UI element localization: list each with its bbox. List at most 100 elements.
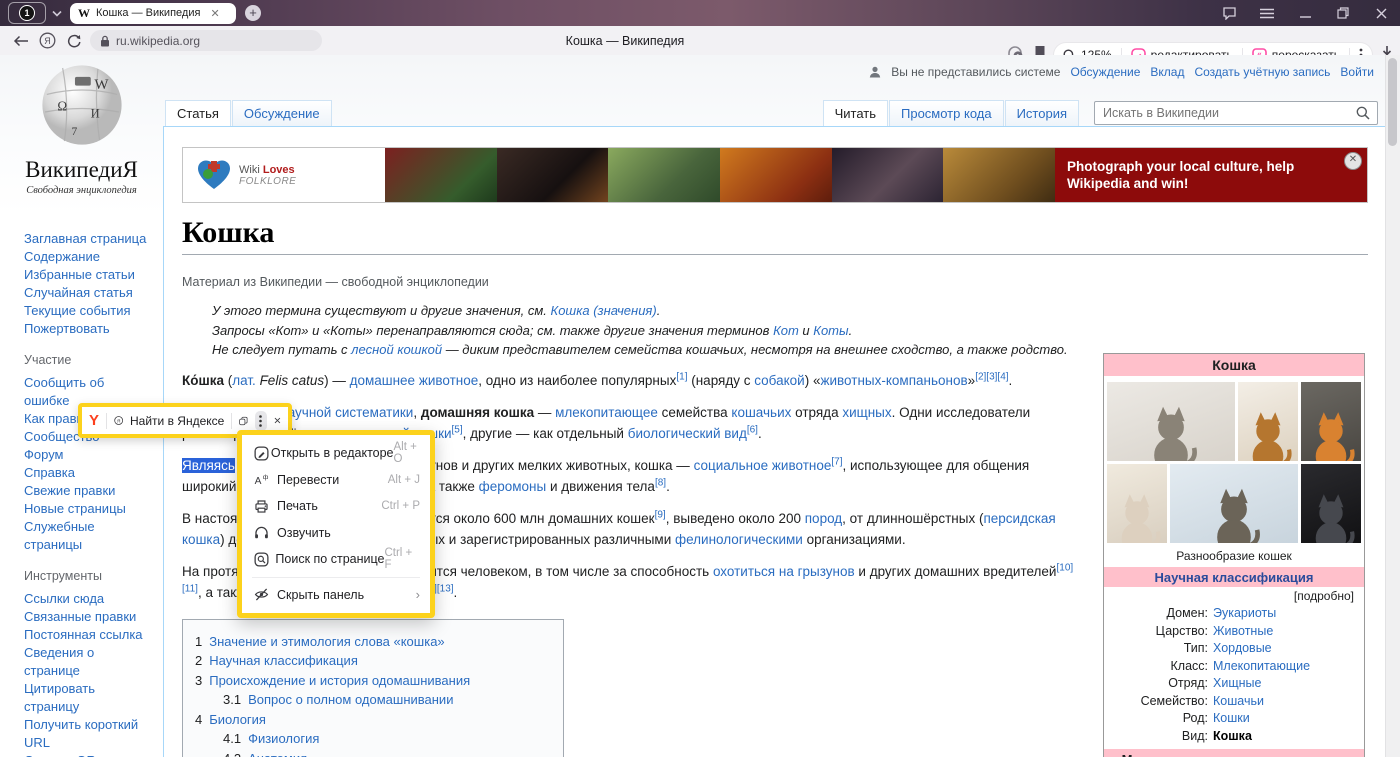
classification-header-link[interactable]: Научная классификация <box>1104 567 1364 587</box>
minimize-button[interactable] <box>1286 0 1324 26</box>
sidebar-link[interactable]: Форум <box>24 446 149 464</box>
popup-more-icon[interactable] <box>255 411 267 431</box>
reference-link[interactable]: [9] <box>655 509 666 520</box>
article-link[interactable]: млекопитающее <box>555 405 658 420</box>
sidebar-link[interactable]: Цитировать страницу <box>24 680 149 716</box>
personal-link[interactable]: Обсуждение <box>1070 65 1140 79</box>
cat-photo[interactable] <box>1107 464 1167 543</box>
wiki-tab[interactable]: Просмотр кода <box>889 100 1004 126</box>
tab-group-button[interactable]: 1 <box>8 2 46 24</box>
reference-link[interactable]: [7] <box>831 456 842 467</box>
sidebar-link[interactable]: Служебные страницы <box>24 518 149 554</box>
personal-link[interactable]: Создать учётную запись <box>1194 65 1330 79</box>
close-window-button[interactable] <box>1362 0 1400 26</box>
reference-link[interactable]: [5] <box>452 424 463 435</box>
scrollbar-thumb[interactable] <box>1388 58 1397 146</box>
toc-link[interactable]: Анатомия <box>248 749 307 757</box>
article-link[interactable]: собакой <box>754 373 804 388</box>
sidebar-link[interactable]: Заглавная страница <box>24 230 149 248</box>
reference-link[interactable]: [6] <box>747 424 758 435</box>
yandex-logo-icon[interactable]: Y <box>89 412 99 429</box>
sidebar-link[interactable]: Постоянная ссылка <box>24 626 149 644</box>
sidebar-link[interactable]: Избранные статьи <box>24 266 149 284</box>
context-menu-item[interactable]: Поиск по страницеCtrl + F <box>242 546 430 573</box>
wiki-search-box[interactable] <box>1094 101 1378 125</box>
article-link[interactable]: социальное животное <box>694 458 832 473</box>
wiki-tab[interactable]: История <box>1005 100 1079 126</box>
sidebar-link[interactable]: Свежие правки <box>24 482 149 500</box>
sidebar-link[interactable]: Случайная статья <box>24 284 149 302</box>
article-link[interactable]: фелинологическими <box>675 532 803 547</box>
context-menu-item[interactable]: Открыть в редактореAlt + O <box>242 440 430 467</box>
taxonomy-value[interactable]: Хордовые <box>1213 640 1272 658</box>
address-bar[interactable]: ru.wikipedia.org <box>90 30 322 51</box>
page-scrollbar[interactable] <box>1385 55 1400 757</box>
article-link[interactable]: Кот <box>773 323 799 338</box>
personal-link[interactable]: Войти <box>1340 65 1374 79</box>
context-menu-item[interactable]: Скрыть панель› <box>242 582 430 609</box>
article-link[interactable]: кошачьих <box>731 405 791 420</box>
taxonomy-value[interactable]: Млекопитающие <box>1213 658 1310 676</box>
cat-photo[interactable] <box>1238 382 1298 461</box>
context-menu-item[interactable]: АфПеревестиAlt + J <box>242 467 430 494</box>
article-link[interactable]: пород <box>805 511 842 526</box>
sidebar-link[interactable]: Связанные правки <box>24 608 149 626</box>
toc-entry[interactable]: 4.2Анатомия <box>195 749 551 757</box>
personal-link[interactable]: Вклад <box>1150 65 1184 79</box>
sidebar-link[interactable]: Скачать QR-код <box>24 752 149 757</box>
find-in-yandex-button[interactable]: Найти в Яндексе <box>130 414 224 428</box>
new-tab-button[interactable]: + <box>245 5 261 21</box>
sidebar-link[interactable]: Ссылки сюда <box>24 590 149 608</box>
toc-link[interactable]: Биология <box>209 710 266 730</box>
reference-link[interactable]: [1] <box>676 371 687 382</box>
sidebar-link[interactable]: Сведения о странице <box>24 644 149 680</box>
toc-entry[interactable]: 3Происхождение и история одомашнивания <box>195 671 551 691</box>
toc-link[interactable]: Физиология <box>248 729 319 749</box>
search-input[interactable] <box>1095 106 1356 120</box>
menu-hamburger-icon[interactable] <box>1248 0 1286 26</box>
toc-entry[interactable]: 4.1Физиология <box>195 729 551 749</box>
cat-photo[interactable] <box>1107 382 1235 461</box>
tab-list-chevron-icon[interactable] <box>52 4 62 22</box>
toc-link[interactable]: Вопрос о полном одомашнивании <box>248 690 453 710</box>
taxonomy-value[interactable]: Хищные <box>1213 675 1261 693</box>
search-icon[interactable] <box>1356 106 1370 120</box>
article-link[interactable]: Кошка (значения) <box>551 303 657 318</box>
toc-link[interactable]: Научная классификация <box>209 651 358 671</box>
reference-link[interactable]: [8] <box>655 477 666 488</box>
taxonomy-value[interactable]: Эукариоты <box>1213 605 1276 623</box>
cat-photo[interactable] <box>1170 464 1298 543</box>
alice-chat-icon[interactable] <box>1210 0 1248 26</box>
sidebar-link[interactable]: Пожертвовать <box>24 320 149 338</box>
article-link[interactable]: лесной кошкой <box>351 342 442 357</box>
sidebar-link[interactable]: Текущие события <box>24 302 149 320</box>
toc-link[interactable]: Происхождение и история одомашнивания <box>209 671 470 691</box>
context-menu-item[interactable]: Озвучить <box>242 520 430 547</box>
article-link[interactable]: феромоны <box>479 479 547 494</box>
toc-entry[interactable]: 3.1Вопрос о полном одомашнивании <box>195 690 551 710</box>
taxonomy-value[interactable]: Кошачьи <box>1213 693 1264 711</box>
copy-icon[interactable] <box>239 414 248 428</box>
article-link[interactable]: Коты <box>813 323 848 338</box>
popup-close-icon[interactable] <box>274 415 281 426</box>
sidebar-link[interactable]: Справка <box>24 464 149 482</box>
article-link[interactable]: лат. <box>232 373 256 388</box>
toc-entry[interactable]: 4Биология <box>195 710 551 730</box>
browser-tab[interactable]: W Кошка — Википедия ✕ <box>70 3 236 24</box>
wiki-tab[interactable]: Статья <box>165 100 231 126</box>
restore-button[interactable] <box>1324 0 1362 26</box>
sidebar-link[interactable]: Получить короткий URL <box>24 716 149 752</box>
taxonomy-value[interactable]: Кошки <box>1213 710 1250 728</box>
cat-photo[interactable] <box>1301 464 1361 543</box>
tab-close-icon[interactable]: ✕ <box>210 7 219 20</box>
wiki-loves-folklore-banner[interactable]: Wiki Loves FOLKLORE Photograph your loc <box>182 147 1368 203</box>
toc-entry[interactable]: 1Значение и этимология слова «кошка» <box>195 632 551 652</box>
taxonomy-value[interactable]: Животные <box>1213 623 1273 641</box>
yandex-services-icon[interactable]: Я <box>34 30 60 52</box>
wiki-tab[interactable]: Читать <box>823 100 888 126</box>
wiki-tab[interactable]: Обсуждение <box>232 100 332 126</box>
cat-photo[interactable] <box>1301 382 1361 461</box>
context-menu-item[interactable]: ПечатьCtrl + P <box>242 493 430 520</box>
wikipedia-globe-logo[interactable]: W Ω И 7 <box>38 61 126 149</box>
article-link[interactable]: научной систематики <box>280 405 413 420</box>
